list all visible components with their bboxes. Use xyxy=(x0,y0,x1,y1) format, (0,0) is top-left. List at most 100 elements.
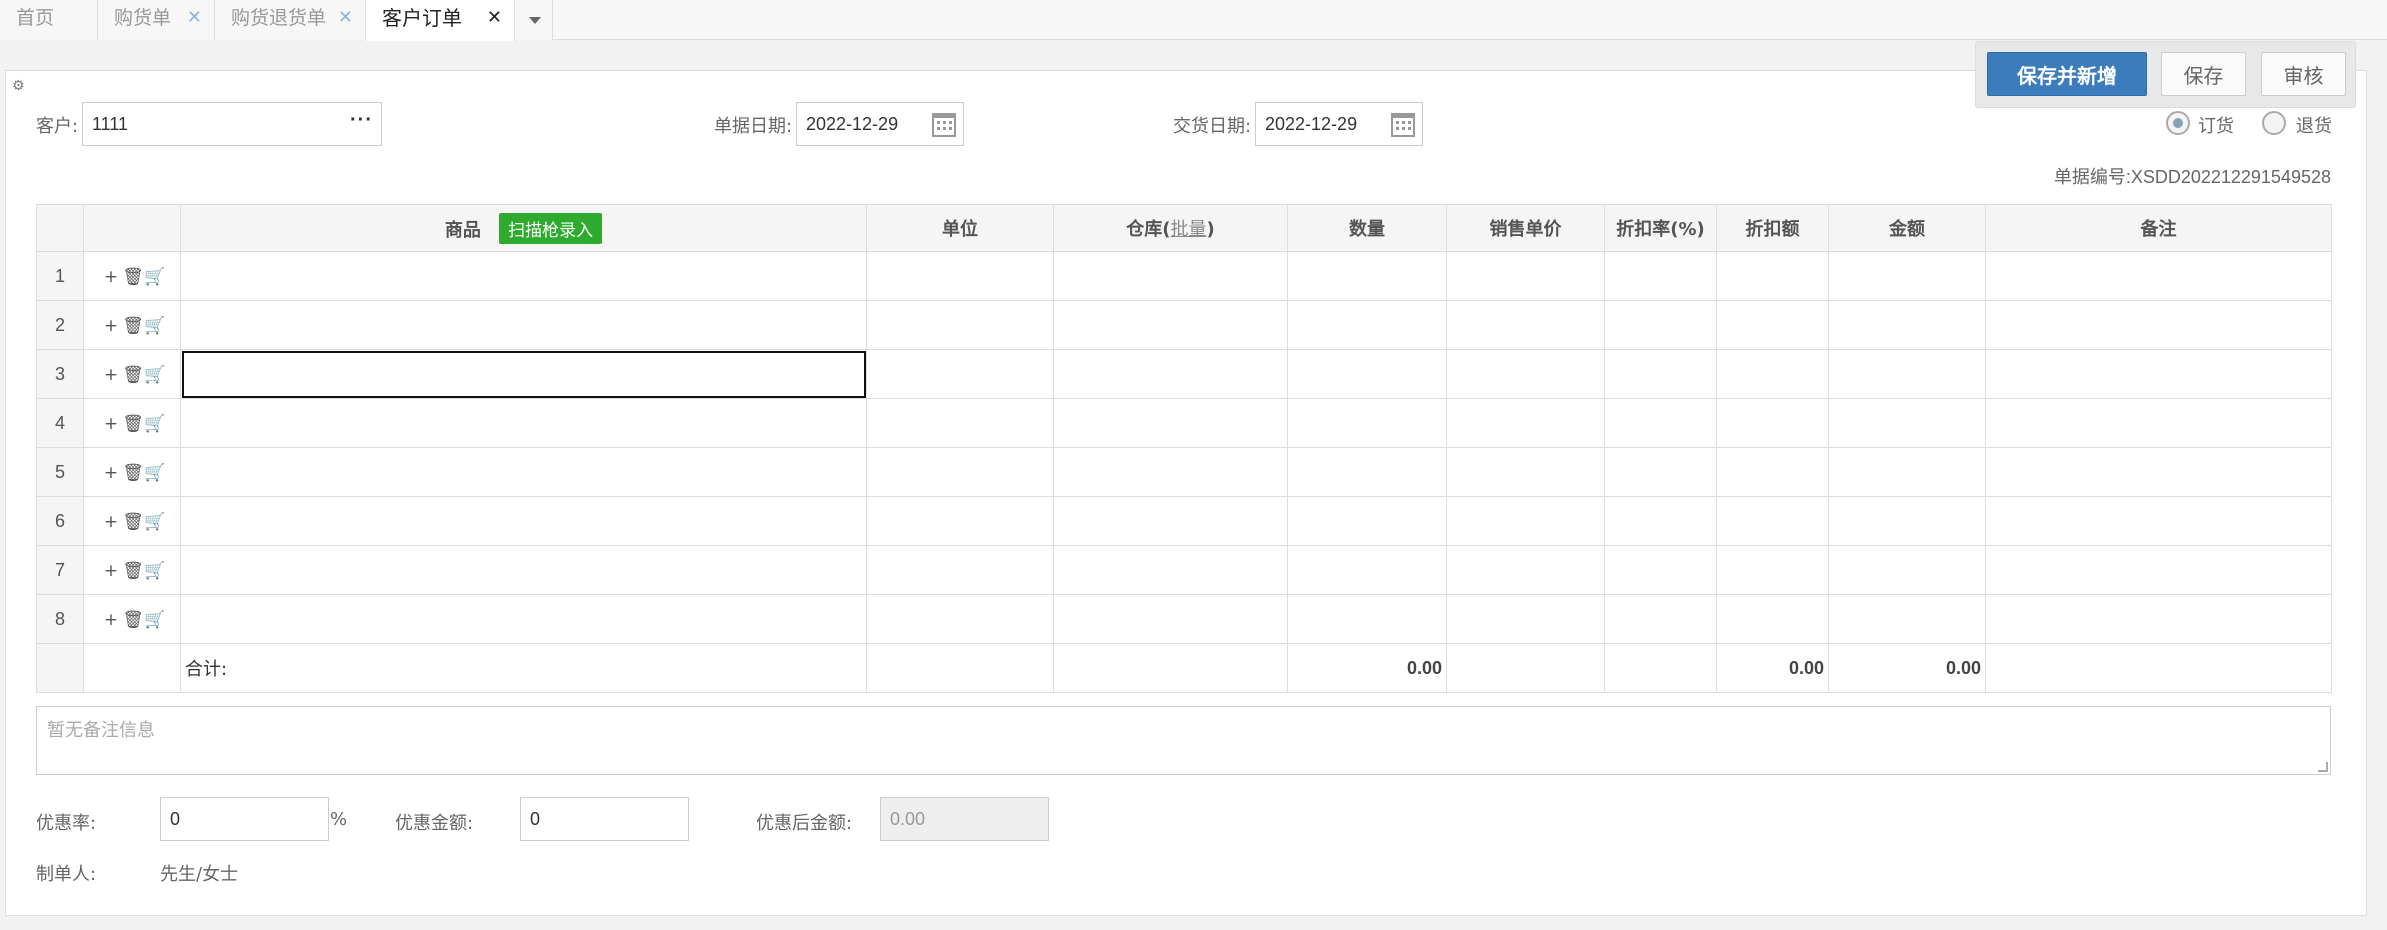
cell-unit[interactable] xyxy=(866,594,1054,644)
resize-handle[interactable] xyxy=(2318,762,2328,772)
cell-unit-price[interactable] xyxy=(1446,594,1605,644)
cell-quantity[interactable] xyxy=(1287,496,1447,546)
tab-purchase-return[interactable]: 购货退货单 ✕ xyxy=(215,0,366,40)
cell-discount-rate[interactable] xyxy=(1604,545,1717,595)
cell-discount-amount[interactable] xyxy=(1716,349,1829,399)
order-type-radio-order[interactable] xyxy=(2166,111,2190,135)
cell-discount-amount[interactable] xyxy=(1716,594,1829,644)
cell-quantity[interactable] xyxy=(1287,398,1447,448)
plus-icon[interactable]: + xyxy=(100,463,122,483)
cell-amount[interactable] xyxy=(1828,349,1986,399)
close-icon[interactable]: ✕ xyxy=(487,0,502,36)
tab-customer-order[interactable]: 客户订单 ✕ xyxy=(366,0,515,41)
cell-quantity[interactable] xyxy=(1287,300,1447,350)
cell-amount[interactable] xyxy=(1828,251,1986,301)
cell-discount-rate[interactable] xyxy=(1604,300,1717,350)
settings-icon[interactable]: ⚙ xyxy=(12,78,25,94)
cell-remark[interactable] xyxy=(1985,251,2332,301)
cell-unit-price[interactable] xyxy=(1446,300,1605,350)
cell-unit[interactable] xyxy=(866,545,1054,595)
close-icon[interactable]: ✕ xyxy=(187,0,202,36)
cell-discount-amount[interactable] xyxy=(1716,447,1829,497)
cell-unit-price[interactable] xyxy=(1446,496,1605,546)
cell-unit[interactable] xyxy=(866,496,1054,546)
cell-discount-amount[interactable] xyxy=(1716,300,1829,350)
cell-product[interactable] xyxy=(180,300,867,350)
cell-quantity[interactable] xyxy=(1287,594,1447,644)
cell-remark[interactable] xyxy=(1985,447,2332,497)
cell-amount[interactable] xyxy=(1828,594,1986,644)
plus-icon[interactable]: + xyxy=(100,610,122,630)
cell-warehouse[interactable] xyxy=(1053,594,1288,644)
cell-warehouse[interactable] xyxy=(1053,496,1288,546)
trash-icon[interactable]: 🗑 xyxy=(122,365,144,385)
cell-amount[interactable] xyxy=(1828,398,1986,448)
trash-icon[interactable]: 🗑 xyxy=(122,316,144,336)
cart-icon[interactable]: 🛒 xyxy=(144,365,166,385)
trash-icon[interactable]: 🗑 xyxy=(122,463,144,483)
cell-quantity[interactable] xyxy=(1287,251,1447,301)
cell-warehouse[interactable] xyxy=(1053,398,1288,448)
cell-unit-price[interactable] xyxy=(1446,398,1605,448)
ellipsis-icon[interactable]: ··· xyxy=(350,99,373,141)
cell-product[interactable] xyxy=(180,496,867,546)
plus-icon[interactable]: + xyxy=(100,365,122,385)
plus-icon[interactable]: + xyxy=(100,267,122,287)
plus-icon[interactable]: + xyxy=(100,512,122,532)
cell-discount-rate[interactable] xyxy=(1604,251,1717,301)
cell-discount-amount[interactable] xyxy=(1716,251,1829,301)
cell-unit-price[interactable] xyxy=(1446,349,1605,399)
trash-icon[interactable]: 🗑 xyxy=(122,512,144,532)
cart-icon[interactable]: 🛒 xyxy=(144,561,166,581)
tab-purchase[interactable]: 购货单 ✕ xyxy=(98,0,215,40)
cell-product[interactable] xyxy=(180,349,867,399)
trash-icon[interactable]: 🗑 xyxy=(122,610,144,630)
customer-input[interactable]: 1111 ··· xyxy=(82,102,382,146)
cell-discount-amount[interactable] xyxy=(1716,398,1829,448)
close-icon[interactable]: ✕ xyxy=(338,0,353,36)
cell-unit[interactable] xyxy=(866,251,1054,301)
cell-unit-price[interactable] xyxy=(1446,251,1605,301)
cart-icon[interactable]: 🛒 xyxy=(144,610,166,630)
trash-icon[interactable]: 🗑 xyxy=(122,561,144,581)
cell-unit[interactable] xyxy=(866,447,1054,497)
cart-icon[interactable]: 🛒 xyxy=(144,512,166,532)
save-button[interactable]: 保存 xyxy=(2161,52,2246,96)
plus-icon[interactable]: + xyxy=(100,561,122,581)
cell-discount-rate[interactable] xyxy=(1604,496,1717,546)
cell-unit-price[interactable] xyxy=(1446,447,1605,497)
cell-remark[interactable] xyxy=(1985,545,2332,595)
cell-quantity[interactable] xyxy=(1287,349,1447,399)
cell-product[interactable] xyxy=(180,447,867,497)
cell-quantity[interactable] xyxy=(1287,447,1447,497)
cell-product[interactable] xyxy=(180,251,867,301)
cell-remark[interactable] xyxy=(1985,594,2332,644)
audit-button[interactable]: 审核 xyxy=(2261,52,2346,96)
cell-unit[interactable] xyxy=(866,349,1054,399)
cart-icon[interactable]: 🛒 xyxy=(144,267,166,287)
cell-unit-price[interactable] xyxy=(1446,545,1605,595)
cart-icon[interactable]: 🛒 xyxy=(144,463,166,483)
cell-unit[interactable] xyxy=(866,398,1054,448)
cell-warehouse[interactable] xyxy=(1053,349,1288,399)
tab-more-button[interactable] xyxy=(515,0,553,40)
discount-rate-input[interactable]: 0 xyxy=(160,797,329,841)
calendar-icon[interactable] xyxy=(932,113,956,137)
discount-amount-input[interactable]: 0 xyxy=(520,797,689,841)
cell-discount-amount[interactable] xyxy=(1716,496,1829,546)
plus-icon[interactable]: + xyxy=(100,316,122,336)
cell-amount[interactable] xyxy=(1828,447,1986,497)
cell-product[interactable] xyxy=(180,594,867,644)
cell-product[interactable] xyxy=(180,545,867,595)
cell-amount[interactable] xyxy=(1828,545,1986,595)
cell-remark[interactable] xyxy=(1985,300,2332,350)
cell-discount-rate[interactable] xyxy=(1604,447,1717,497)
cell-discount-rate[interactable] xyxy=(1604,349,1717,399)
cell-warehouse[interactable] xyxy=(1053,300,1288,350)
cell-remark[interactable] xyxy=(1985,349,2332,399)
batch-link[interactable]: 批量 xyxy=(1171,219,1207,240)
remark-textarea[interactable]: 暂无备注信息 xyxy=(36,706,2331,775)
cell-quantity[interactable] xyxy=(1287,545,1447,595)
cell-warehouse[interactable] xyxy=(1053,447,1288,497)
cell-remark[interactable] xyxy=(1985,398,2332,448)
